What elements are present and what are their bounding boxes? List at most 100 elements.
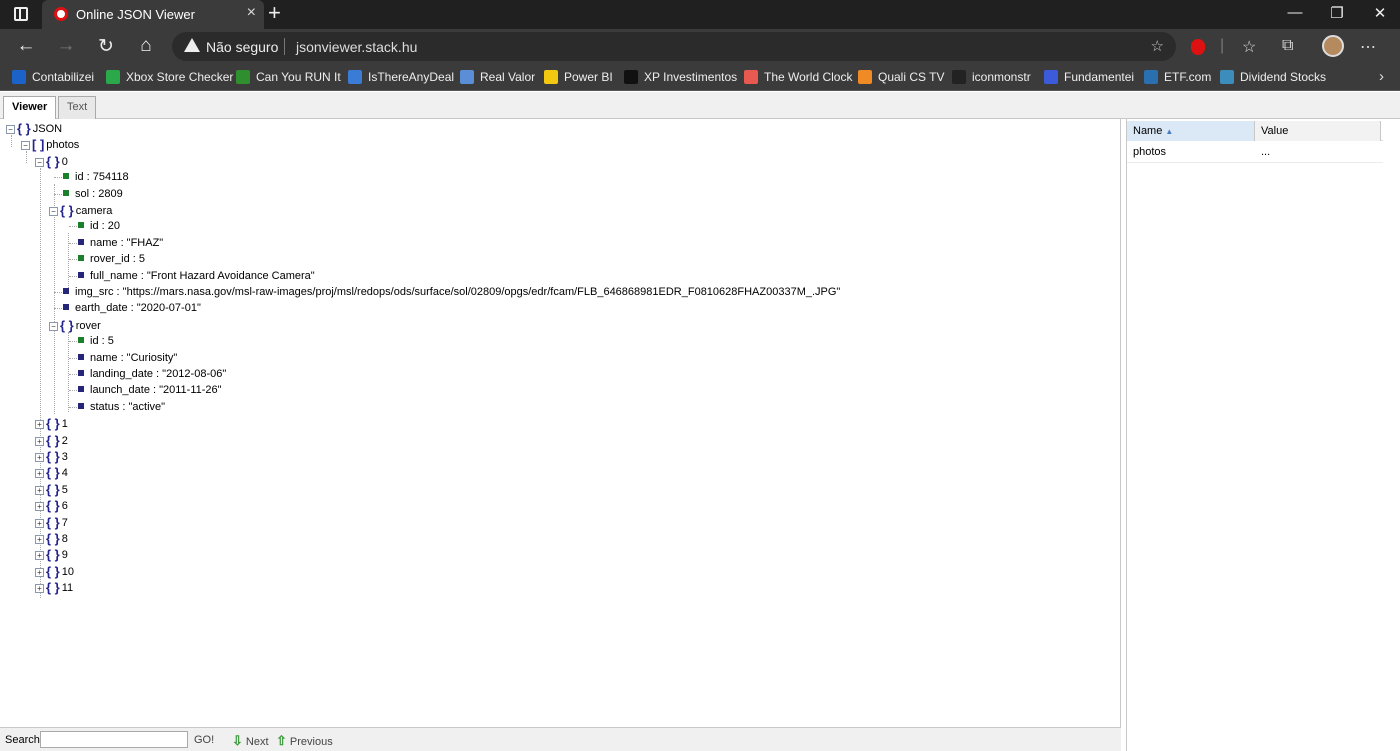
close-window-icon[interactable]: ✕ [1365, 4, 1395, 22]
bookmark-item[interactable]: IsThereAnyDeal [348, 70, 454, 84]
collapse-icon[interactable]: − [49, 207, 58, 216]
tab-actions-icon[interactable] [14, 7, 28, 21]
tree-node[interactable]: +{ } 1 [35, 417, 68, 431]
bookmark-item[interactable]: Fundamentei [1044, 70, 1134, 84]
avatar[interactable] [1322, 35, 1344, 57]
expand-icon[interactable]: + [35, 535, 44, 544]
tree-node[interactable]: +{ } 11 [35, 581, 73, 595]
tree-node[interactable]: rover_id : 5 [78, 253, 145, 266]
tree-node[interactable]: +{ } 5 [35, 483, 68, 497]
bookmark-item[interactable]: iconmonstr [952, 70, 1031, 84]
go-button[interactable]: GO! [194, 734, 214, 746]
search-input[interactable] [40, 731, 188, 748]
tree-node[interactable]: +{ } 10 [35, 565, 74, 579]
bookmark-item[interactable]: Can You RUN It [236, 70, 341, 84]
tree-node[interactable]: id : 20 [78, 220, 120, 233]
tree-node[interactable]: +{ } 4 [35, 466, 68, 480]
name-column-header[interactable]: Name ▲ [1127, 121, 1255, 141]
tree-node[interactable]: id : 754118 [63, 171, 129, 184]
tree-node[interactable]: +{ } 7 [35, 516, 68, 530]
tree-node[interactable]: landing_date : "2012-08-06" [78, 368, 226, 381]
tree-node-label: camera [75, 205, 113, 217]
collapse-icon[interactable]: − [35, 157, 44, 167]
new-tab-icon[interactable]: + [268, 2, 281, 24]
expand-icon[interactable]: + [35, 453, 44, 462]
next-button[interactable]: ⇩ Next [232, 733, 269, 749]
bookmark-item[interactable]: ETF.com [1144, 70, 1211, 84]
bookmark-item[interactable]: Contabilizei [12, 70, 94, 84]
bookmark-item[interactable]: Xbox Store Checker [106, 70, 233, 84]
expand-icon[interactable]: + [35, 567, 44, 577]
bookmark-item[interactable]: Dividend Stocks [1220, 70, 1326, 84]
expand-icon[interactable]: + [35, 518, 44, 528]
tree-node[interactable]: full_name : "Front Hazard Avoidance Came… [78, 270, 315, 283]
bookmark-label: Dividend Stocks [1240, 70, 1327, 84]
forward-icon[interactable]: → [54, 35, 78, 57]
bookmark-item[interactable]: Power BI [544, 70, 613, 84]
property-value: ... [1261, 146, 1271, 158]
tree-connector [54, 308, 62, 310]
tree-connector [69, 357, 77, 359]
table-row[interactable]: photos ... [1127, 143, 1383, 163]
tree-node[interactable]: +{ } 3 [35, 450, 68, 464]
tree-node[interactable]: +{ } 2 [35, 434, 68, 448]
more-icon[interactable]: ⋯ [1360, 37, 1376, 57]
tab-viewer[interactable]: Viewer [3, 96, 57, 120]
tree-node[interactable]: launch_date : "2011-11-26" [78, 384, 222, 397]
security-label[interactable]: Não seguro [206, 39, 278, 55]
tree-node[interactable]: −{ } JSON [6, 122, 62, 136]
collapse-icon[interactable]: − [21, 141, 30, 151]
minimize-icon[interactable]: — [1280, 4, 1310, 21]
tree-node[interactable]: sol : 2809 [63, 188, 123, 201]
url-bar[interactable]: Não seguro jsonviewer.stack.hu ☆ [172, 32, 1176, 61]
collapse-icon[interactable]: − [6, 125, 15, 134]
bookmarks-bar: Contabilizei Xbox Store Checker Can You RU… [0, 64, 1400, 91]
object-icon: { } [46, 432, 60, 448]
home-icon[interactable]: ⌂ [134, 35, 158, 57]
close-tab-icon[interactable]: × [247, 4, 256, 22]
tree-node-label: launch_date : "2011-11-26" [90, 384, 222, 397]
expand-icon[interactable]: + [35, 502, 44, 512]
tree-node[interactable]: img_src : "https://mars.nasa.gov/msl-raw… [63, 286, 840, 299]
expand-icon[interactable]: + [35, 485, 44, 495]
expand-icon[interactable]: + [35, 420, 44, 430]
refresh-icon[interactable]: ↻ [94, 35, 118, 58]
bookmark-item[interactable]: Real Valor [460, 70, 535, 84]
tree-node[interactable]: −{ } 0 [35, 155, 68, 169]
collections-icon[interactable]: ⧉ [1282, 37, 1293, 55]
tab-text[interactable]: Text [58, 96, 97, 119]
value-column-header[interactable]: Value [1255, 121, 1381, 141]
bookmark-item[interactable]: XP Investimentos [624, 70, 737, 84]
previous-button[interactable]: ⇧ Previous [276, 733, 333, 749]
tree-node[interactable]: +{ } 8 [35, 532, 68, 546]
url-text[interactable]: jsonviewer.stack.hu [296, 39, 417, 55]
restore-icon[interactable]: ❐ [1322, 4, 1352, 22]
tree-node[interactable]: −[ ] photos [21, 138, 79, 152]
tree-node[interactable]: +{ } 6 [35, 499, 68, 513]
tree-node[interactable]: −{ } rover [49, 319, 101, 333]
bookmark-item[interactable]: Quali CS TV [858, 70, 944, 84]
tree-node[interactable]: +{ } 9 [35, 548, 68, 562]
adblock-icon[interactable] [1191, 39, 1205, 55]
object-icon: { } [46, 580, 60, 596]
browser-tab-active[interactable]: Online JSON Viewer × [42, 0, 264, 29]
tree-node[interactable]: name : "FHAZ" [78, 237, 163, 250]
expand-icon[interactable]: + [35, 584, 44, 594]
tree-node[interactable]: name : "Curiosity" [78, 352, 177, 365]
back-icon[interactable]: ← [14, 35, 38, 57]
add-favorite-icon[interactable]: ☆ [1151, 37, 1164, 55]
tree-node[interactable]: id : 5 [78, 335, 114, 348]
bookmark-item[interactable]: The World Clock [744, 70, 852, 84]
tree-node[interactable]: status : "active" [78, 401, 165, 414]
favorites-icon[interactable]: ☆ [1242, 37, 1256, 57]
more-bookmarks-icon[interactable]: › [1379, 68, 1384, 85]
bookmark-label: The World Clock [764, 70, 853, 84]
string-value-icon [63, 288, 69, 294]
tree-connector [54, 184, 55, 414]
tree-node[interactable]: −{ } camera [49, 204, 112, 218]
collapse-icon[interactable]: − [49, 321, 58, 331]
tree-node[interactable]: earth_date : "2020-07-01" [63, 302, 201, 315]
expand-icon[interactable]: + [35, 551, 44, 561]
expand-icon[interactable]: + [35, 436, 44, 446]
expand-icon[interactable]: + [35, 469, 44, 479]
